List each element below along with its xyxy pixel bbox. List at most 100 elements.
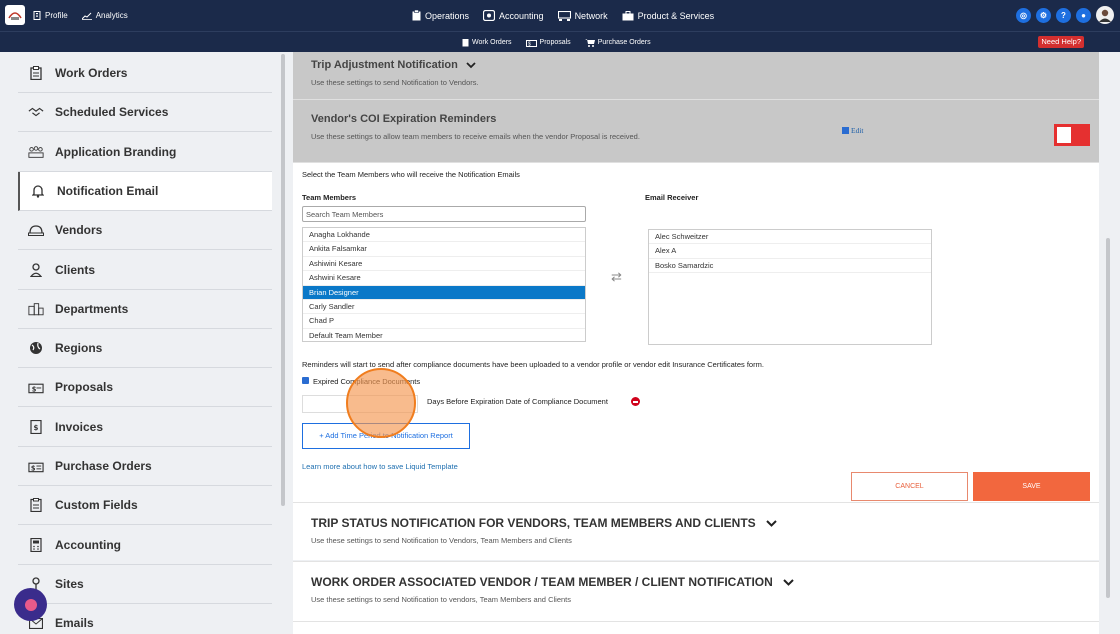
trip-status-title: TRIP STATUS NOTIFICATION FOR VENDORS, TE… [311, 516, 756, 530]
sidebar-item-application-branding[interactable]: Application Branding [18, 133, 272, 172]
sidebar-item-label: Scheduled Services [55, 105, 169, 120]
team-member-row[interactable]: Chad P [303, 314, 585, 329]
team-members-list[interactable]: Anagha Lokhande Ankita Falsamkar Ashiwini … [302, 227, 586, 342]
nav-product-services[interactable]: Product & Services [622, 10, 714, 21]
target-icon[interactable]: ◎ [1016, 7, 1031, 23]
page-scrollbar[interactable] [1106, 238, 1110, 598]
work-order-associated-card[interactable]: WORK ORDER ASSOCIATED VENDOR / TEAM MEMB… [293, 561, 1099, 621]
sidebar-item-label: Accounting [55, 537, 121, 552]
top-navbar: Profile Analytics Operations Accounting … [0, 0, 1120, 31]
team-member-row[interactable]: Anagha Lokhande [303, 228, 585, 243]
nav-operations[interactable]: Operations [412, 10, 469, 21]
sidebar-item-label: Invoices [55, 419, 104, 434]
sidebar-item-label: Custom Fields [55, 498, 138, 513]
receiver-row[interactable]: Alec Schweitzer [649, 230, 931, 245]
chevron-down-icon[interactable] [783, 578, 794, 586]
sidebar-item-proposals[interactable]: $ Proposals [18, 368, 272, 408]
sidebar-item-notification-email[interactable]: Notification Email [18, 171, 272, 211]
chevron-down-icon[interactable] [466, 61, 476, 69]
subnav-proposals[interactable]: $ Proposals [525, 39, 571, 47]
avatar[interactable] [1096, 6, 1114, 24]
team-member-row[interactable]: Default Team Member [303, 329, 585, 341]
sidebar-item-label: Vendors [55, 223, 103, 238]
sidebar-item-accounting[interactable]: Accounting [18, 526, 272, 565]
sidebar-item-label: Clients [55, 262, 96, 277]
clipboard-icon [462, 39, 469, 47]
svg-text:$: $ [32, 386, 37, 394]
coi-toggle[interactable] [1054, 124, 1090, 146]
remove-period-icon[interactable] [631, 397, 640, 406]
toggle-knob [1057, 127, 1071, 143]
svg-text:$: $ [528, 41, 531, 47]
team-member-row[interactable]: Ashiwini Kesare [303, 257, 585, 272]
chevron-down-icon[interactable] [765, 519, 777, 527]
save-button[interactable]: SAVE [973, 472, 1090, 501]
nav-analytics[interactable]: Analytics [81, 11, 128, 20]
nav-operations-label: Operations [425, 10, 470, 21]
nav-accounting-label: Accounting [499, 10, 544, 21]
days-before-input[interactable] [302, 395, 418, 413]
add-time-period-button[interactable]: + Add Time Period to Notification Report [302, 423, 470, 449]
coi-settings-form: Select the Team Members who will receive… [293, 163, 1099, 502]
subnav-work-orders-label: Work Orders [472, 39, 512, 46]
sub-navbar: Work Orders $ Proposals Purchase Orders … [0, 31, 1120, 52]
sidebar-item-clients[interactable]: Clients [18, 251, 272, 290]
sidebar-item-sites[interactable]: Sites [18, 565, 272, 604]
nav-profile[interactable]: Profile [33, 11, 68, 20]
coi-edit-link[interactable]: Edit [842, 126, 864, 135]
nav-profile-label: Profile [45, 11, 68, 20]
liquid-template-link[interactable]: Learn more about how to save Liquid Temp… [302, 462, 458, 471]
toolbox-icon [622, 10, 634, 20]
chat-icon[interactable]: ● [1076, 7, 1091, 23]
chart-line-icon [81, 12, 92, 20]
trip-status-desc: Use these settings to send Notification … [311, 536, 572, 545]
need-help-button[interactable]: Need Help? [1038, 36, 1084, 48]
sidebar-item-label: Work Orders [55, 66, 128, 80]
trip-adjustment-card[interactable]: Trip Adjustment Notification Use these s… [293, 52, 1099, 100]
subnav-work-orders[interactable]: Work Orders [462, 38, 512, 47]
receiver-row[interactable]: Bosko Samardzic [649, 259, 931, 274]
support-chat-button[interactable] [14, 588, 47, 621]
expired-docs-checkbox[interactable] [302, 377, 309, 384]
sidebar-item-regions[interactable]: Regions [18, 329, 272, 369]
subnav-purchase-orders[interactable]: Purchase Orders [584, 38, 651, 47]
email-receiver-list[interactable]: Alec Schweitzer Alex A Bosko Samardzic [648, 229, 932, 345]
sidebar-item-custom-fields[interactable]: Custom Fields [18, 486, 272, 526]
team-member-row[interactable]: Ashwini Kesare [303, 271, 585, 286]
cancel-button[interactable]: CANCEL [851, 472, 968, 501]
sidebar-item-purchase-orders[interactable]: $ Purchase Orders [18, 447, 272, 486]
email-receiver-label: Email Receiver [645, 193, 699, 202]
search-team-members-input[interactable] [302, 206, 586, 222]
departments-icon [28, 301, 44, 317]
purchase-order-icon: $ [28, 458, 44, 474]
custom-fields-icon [28, 497, 44, 513]
clipboard-icon [412, 10, 421, 21]
sidebar-item-work-orders[interactable]: Work Orders [18, 54, 272, 93]
nav-analytics-label: Analytics [95, 11, 128, 20]
sidebar-item-invoices[interactable]: $ Invoices [18, 408, 272, 447]
sidebar-item-emails[interactable]: Emails [18, 604, 272, 634]
sidebar-item-departments[interactable]: Departments [18, 290, 272, 329]
team-member-row[interactable]: Brian Designer [303, 285, 585, 300]
svg-text:$: $ [31, 464, 36, 472]
proposal-icon: $ [28, 379, 44, 395]
nav-network[interactable]: Network [557, 10, 608, 21]
team-member-row[interactable]: Carly Sandler [303, 300, 585, 315]
trip-adjustment-desc: Use these settings to send Notification … [311, 78, 479, 87]
coi-desc: Use these settings to allow team members… [311, 132, 640, 141]
work-order-associated-desc: Use these settings to send Notification … [311, 595, 571, 604]
help-icon[interactable]: ? [1056, 7, 1071, 23]
select-members-prompt: Select the Team Members who will receive… [302, 170, 520, 179]
sidebar-item-vendors[interactable]: Vendors [18, 211, 272, 251]
trip-status-card[interactable]: TRIP STATUS NOTIFICATION FOR VENDORS, TE… [293, 502, 1099, 560]
gear-icon[interactable]: ⚙ [1036, 7, 1051, 23]
sidebar-item-scheduled-services[interactable]: Scheduled Services [18, 93, 272, 133]
sidebar-scrollbar[interactable] [281, 54, 285, 506]
swap-arrows-icon[interactable]: ⇄ [611, 269, 622, 285]
team-member-row[interactable]: Ankita Falsamkar [303, 242, 585, 257]
app-logo[interactable] [5, 5, 25, 25]
nav-accounting[interactable]: Accounting [483, 10, 544, 21]
trip-adjustment-title: Trip Adjustment Notification [311, 59, 458, 71]
receiver-row[interactable]: Alex A [649, 244, 931, 259]
chat-dot-icon [24, 598, 37, 611]
